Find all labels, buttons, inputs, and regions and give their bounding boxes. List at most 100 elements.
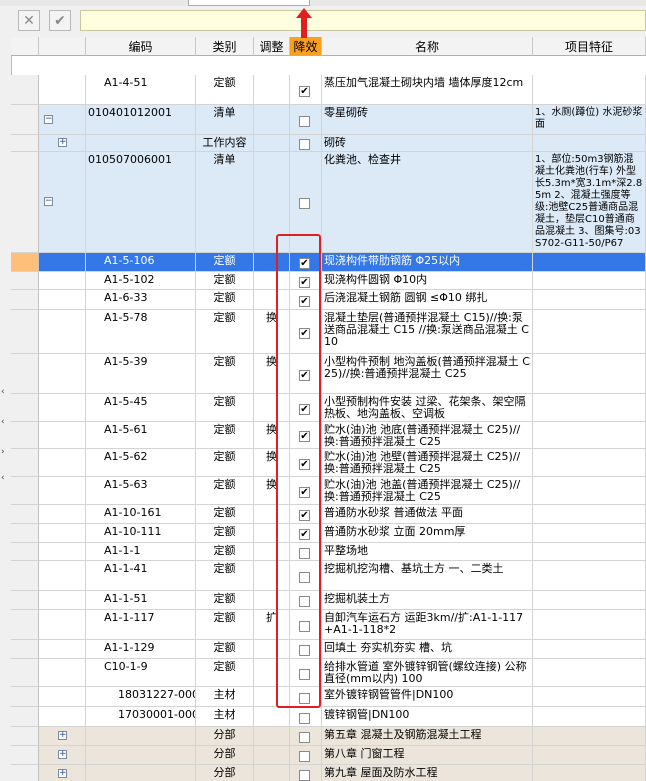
decrease-cell[interactable] [290, 394, 322, 422]
tree-cell[interactable]: + [39, 135, 86, 152]
expand-left-icon[interactable]: ‹ [1, 417, 5, 427]
feature-cell[interactable] [533, 310, 646, 354]
feature-cell[interactable] [533, 543, 646, 561]
table-row[interactable]: A1-1-129 定额 回填土 夯实机夯实 槽、坑 [11, 640, 646, 659]
adjust-cell[interactable] [254, 505, 290, 524]
decrease-cell[interactable] [290, 310, 322, 354]
table-row[interactable]: 17030001-0001主材 镀锌钢管|DN100 [11, 707, 646, 727]
decrease-cell[interactable] [290, 746, 322, 765]
category-cell[interactable]: 定额 [196, 659, 254, 687]
decrease-checkbox[interactable] [299, 328, 310, 339]
feature-cell[interactable] [533, 687, 646, 707]
name-cell[interactable]: 自卸汽车运石方 运距3km//扩:A1-1-117+A1-1-118*2 [322, 610, 533, 640]
feature-cell[interactable] [533, 272, 646, 290]
row-header[interactable] [11, 310, 39, 354]
category-cell[interactable]: 定额 [196, 422, 254, 449]
decrease-checkbox[interactable] [299, 529, 310, 540]
code-cell[interactable]: A1-5-102 [86, 272, 196, 290]
adjust-cell[interactable] [254, 75, 290, 105]
tree-cell[interactable] [39, 75, 86, 105]
adjust-cell[interactable] [254, 272, 290, 290]
table-row[interactable]: A1-10-111定额 普通防水砂浆 立面 20mm厚 [11, 524, 646, 543]
decrease-checkbox[interactable] [299, 669, 310, 680]
decrease-checkbox[interactable] [299, 572, 310, 583]
decrease-cell[interactable] [290, 610, 322, 640]
decrease-cell[interactable] [290, 524, 322, 543]
expand-icon[interactable]: + [58, 769, 67, 778]
category-cell[interactable]: 定额 [196, 253, 254, 272]
expand-right-icon-2[interactable]: ‹ [1, 473, 5, 483]
expand-icon[interactable]: + [58, 731, 67, 740]
adjust-cell[interactable]: 换 [254, 310, 290, 354]
row-header[interactable] [11, 707, 39, 727]
feature-cell[interactable] [533, 394, 646, 422]
row-header[interactable] [11, 290, 39, 310]
row-header[interactable] [11, 746, 39, 765]
name-cell[interactable]: 挖掘机装土方 [322, 591, 533, 610]
category-cell[interactable]: 清单 [196, 105, 254, 135]
feature-cell[interactable] [533, 422, 646, 449]
tree-cell[interactable] [39, 394, 86, 422]
decrease-cell[interactable] [290, 272, 322, 290]
name-cell[interactable]: 化粪池、检查井 [322, 152, 533, 253]
decrease-checkbox[interactable] [299, 732, 310, 743]
category-cell[interactable]: 定额 [196, 310, 254, 354]
code-cell[interactable] [86, 727, 196, 746]
table-row[interactable]: C10-1-9 定额 给排水管道 室外镀锌钢管(螺纹连接) 公称直径(mm以内) 1… [11, 659, 646, 687]
category-cell[interactable]: 定额 [196, 524, 254, 543]
table-row[interactable]: A1-1-51 定额 挖掘机装土方 [11, 591, 646, 610]
adjust-cell[interactable] [254, 105, 290, 135]
feature-cell[interactable] [533, 505, 646, 524]
tab-strip[interactable] [188, 0, 310, 6]
feature-cell[interactable] [533, 640, 646, 659]
code-cell[interactable]: 18031227-0001 [86, 687, 196, 707]
decrease-cell[interactable] [290, 354, 322, 394]
decrease-checkbox[interactable] [299, 116, 310, 127]
adjust-cell[interactable]: 换 [254, 477, 290, 505]
feature-cell[interactable] [533, 354, 646, 394]
category-cell[interactable]: 清单 [196, 152, 254, 253]
tree-cell[interactable] [39, 253, 86, 272]
name-cell[interactable]: 室外镀锌钢管管件|DN100 [322, 687, 533, 707]
feature-cell[interactable] [533, 746, 646, 765]
feature-cell[interactable] [533, 449, 646, 477]
feature-cell[interactable]: 1、水厕(蹲位) 水泥砂浆面 [533, 105, 646, 135]
adjust-cell[interactable]: 换 [254, 354, 290, 394]
adjust-cell[interactable]: 换 [254, 422, 290, 449]
row-header[interactable] [11, 561, 39, 591]
feature-cell[interactable] [533, 524, 646, 543]
tree-cell[interactable] [39, 591, 86, 610]
name-cell[interactable]: 小型预制构件安装 过梁、花架条、架空隔热板、地沟盖板、空调板 [322, 394, 533, 422]
code-cell[interactable]: A1-5-78 [86, 310, 196, 354]
name-cell[interactable]: 平整场地 [322, 543, 533, 561]
decrease-cell[interactable] [290, 687, 322, 707]
name-cell[interactable]: 蒸压加气混凝土砌块内墙 墙体厚度12cm [322, 75, 533, 105]
decrease-cell[interactable] [290, 640, 322, 659]
feature-cell[interactable] [533, 75, 646, 105]
category-cell[interactable]: 定额 [196, 505, 254, 524]
tree-cell[interactable] [39, 422, 86, 449]
feature-cell[interactable] [533, 659, 646, 687]
code-cell[interactable]: 010401012001 [86, 105, 196, 135]
column-header-feature[interactable]: 项目特征 [533, 37, 646, 56]
tree-cell[interactable]: + [39, 765, 86, 781]
tree-cell[interactable] [39, 707, 86, 727]
decrease-cell[interactable] [290, 659, 322, 687]
column-header-category[interactable]: 类别 [196, 37, 254, 56]
adjust-cell[interactable] [254, 394, 290, 422]
decrease-checkbox[interactable] [299, 459, 310, 470]
name-cell[interactable]: 第八章 门窗工程 [322, 746, 533, 765]
decrease-cell[interactable] [290, 505, 322, 524]
code-cell[interactable]: A1-1-51 [86, 591, 196, 610]
code-cell[interactable]: A1-5-45 [86, 394, 196, 422]
category-cell[interactable]: 定额 [196, 591, 254, 610]
name-cell[interactable]: 普通防水砂浆 立面 20mm厚 [322, 524, 533, 543]
row-header[interactable] [11, 105, 39, 135]
adjust-cell[interactable] [254, 727, 290, 746]
code-cell[interactable] [86, 135, 196, 152]
feature-cell[interactable]: 1、部位:50m3钢筋混凝土化粪池(行车) 外型长5.3m*宽3.1m*深2.8… [533, 152, 646, 253]
row-header[interactable] [11, 727, 39, 746]
code-cell[interactable]: A1-5-39 [86, 354, 196, 394]
tree-cell[interactable]: + [39, 727, 86, 746]
table-row[interactable]: A1-5-78定额换混凝土垫层(普通预拌混凝土 C15)//换:泵送商品混凝土 … [11, 310, 646, 354]
